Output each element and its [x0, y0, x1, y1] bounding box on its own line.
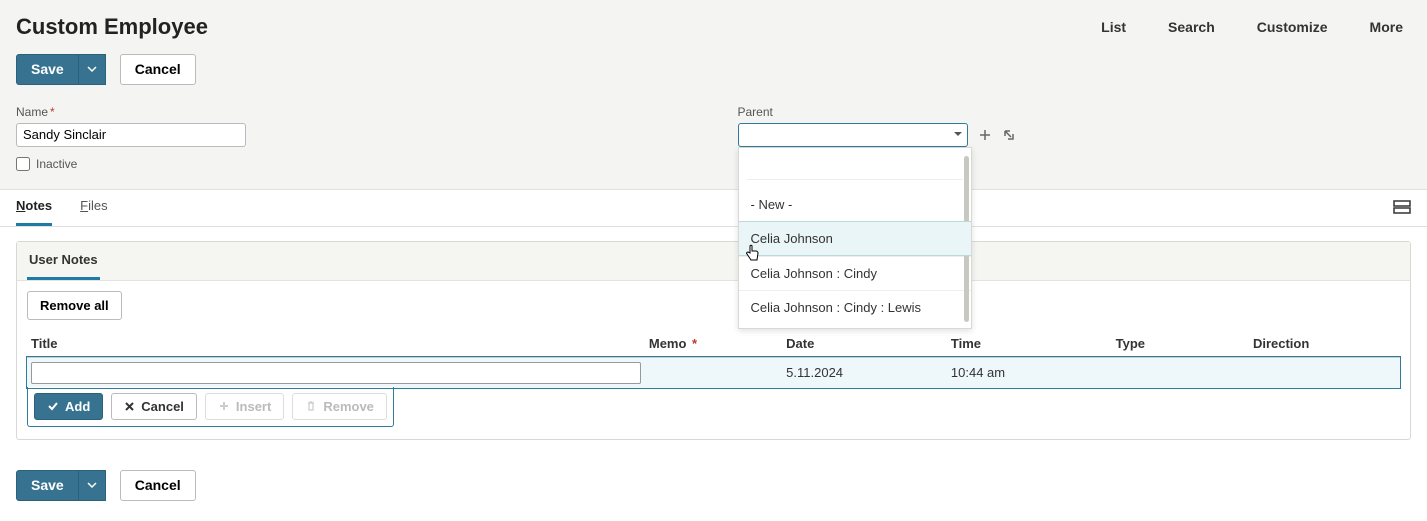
check-icon: [47, 400, 59, 412]
layout-toggle-button[interactable]: [1393, 200, 1411, 223]
trash-icon: [305, 400, 317, 412]
row-time-cell[interactable]: 10:44 am: [947, 357, 1112, 388]
row-date-cell[interactable]: 5.11.2024: [782, 357, 947, 388]
parent-add-button[interactable]: [978, 128, 992, 142]
save-button-group: Save: [16, 54, 106, 85]
save-button[interactable]: Save: [16, 54, 79, 85]
required-indicator: *: [692, 336, 697, 351]
notes-panel: User Notes Remove all Title Memo * Date …: [16, 241, 1411, 440]
plus-icon: [978, 128, 992, 142]
parent-option-celia-cindy[interactable]: Celia Johnson : Cindy: [739, 256, 971, 290]
form-row: Name* Inactive Parent: [16, 105, 1411, 171]
primary-action-bar: Save Cancel: [16, 54, 1411, 85]
chevron-down-icon: [87, 480, 97, 490]
row-memo-cell[interactable]: [645, 357, 782, 388]
tabs-row: Notes Files: [0, 190, 1427, 227]
save-dropdown-button-bottom[interactable]: [79, 470, 106, 501]
dropdown-search-area[interactable]: [747, 154, 963, 180]
chevron-down-icon: [953, 127, 963, 142]
save-dropdown-button[interactable]: [79, 54, 106, 85]
subtab-user-notes[interactable]: User Notes: [27, 242, 100, 280]
col-direction: Direction: [1249, 330, 1400, 358]
col-type: Type: [1112, 330, 1249, 358]
form-col-right: Parent - New -: [738, 105, 1427, 171]
parent-option-celia-johnson[interactable]: Celia Johnson: [739, 221, 971, 256]
notes-row[interactable]: 5.11.2024 10:44 am: [27, 357, 1400, 388]
page-title: Custom Employee: [16, 14, 208, 40]
parent-option-new[interactable]: - New -: [739, 188, 971, 221]
parent-dropdown: - New - Celia Johnson Celia Johnson : Ci…: [738, 147, 972, 329]
row-direction-cell[interactable]: [1249, 357, 1400, 388]
tab-files[interactable]: Files: [80, 198, 107, 226]
row-type-cell[interactable]: [1112, 357, 1249, 388]
top-nav: List Search Customize More: [1101, 19, 1411, 35]
parent-combobox[interactable]: [738, 123, 968, 147]
plus-icon: [218, 400, 230, 412]
form-col-left: Name* Inactive: [16, 105, 714, 171]
layout-icon: [1393, 200, 1411, 214]
row-insert-button: Insert: [205, 393, 284, 420]
tab-notes[interactable]: Notes: [16, 198, 52, 226]
x-icon: [124, 401, 135, 412]
row-cancel-button[interactable]: Cancel: [111, 393, 197, 420]
save-button-bottom[interactable]: Save: [16, 470, 79, 501]
cancel-button[interactable]: Cancel: [120, 54, 196, 85]
parent-option-celia-cindy-lewis[interactable]: Celia Johnson : Cindy : Lewis: [739, 290, 971, 324]
row-title-input[interactable]: [31, 362, 641, 384]
top-link-more[interactable]: More: [1370, 19, 1403, 35]
col-time: Time: [947, 330, 1112, 358]
inactive-checkbox[interactable]: [16, 157, 30, 171]
top-bar: Custom Employee List Search Customize Mo…: [0, 0, 1427, 190]
parent-label: Parent: [738, 105, 1427, 119]
chevron-down-icon: [87, 64, 97, 74]
top-link-customize[interactable]: Customize: [1257, 19, 1328, 35]
col-memo: Memo *: [645, 330, 782, 358]
row-remove-button: Remove: [292, 393, 387, 420]
col-date: Date: [782, 330, 947, 358]
save-button-group-bottom: Save: [16, 470, 106, 501]
top-link-list[interactable]: List: [1101, 19, 1126, 35]
row-actions: Add Cancel Insert Remove: [27, 387, 394, 427]
row-add-button[interactable]: Add: [34, 393, 103, 420]
notes-grid: Title Memo * Date Time Type Direction 5.…: [27, 330, 1400, 388]
name-input[interactable]: [16, 123, 246, 147]
required-indicator: *: [50, 105, 55, 119]
open-external-icon: [1002, 128, 1016, 142]
remove-all-button[interactable]: Remove all: [27, 291, 122, 320]
bottom-action-bar: Save Cancel: [0, 456, 1427, 521]
parent-open-button[interactable]: [1002, 128, 1016, 142]
col-title: Title: [27, 330, 645, 358]
name-label: Name*: [16, 105, 714, 119]
cancel-button-bottom[interactable]: Cancel: [120, 470, 196, 501]
inactive-label: Inactive: [36, 157, 77, 171]
top-link-search[interactable]: Search: [1168, 19, 1215, 35]
